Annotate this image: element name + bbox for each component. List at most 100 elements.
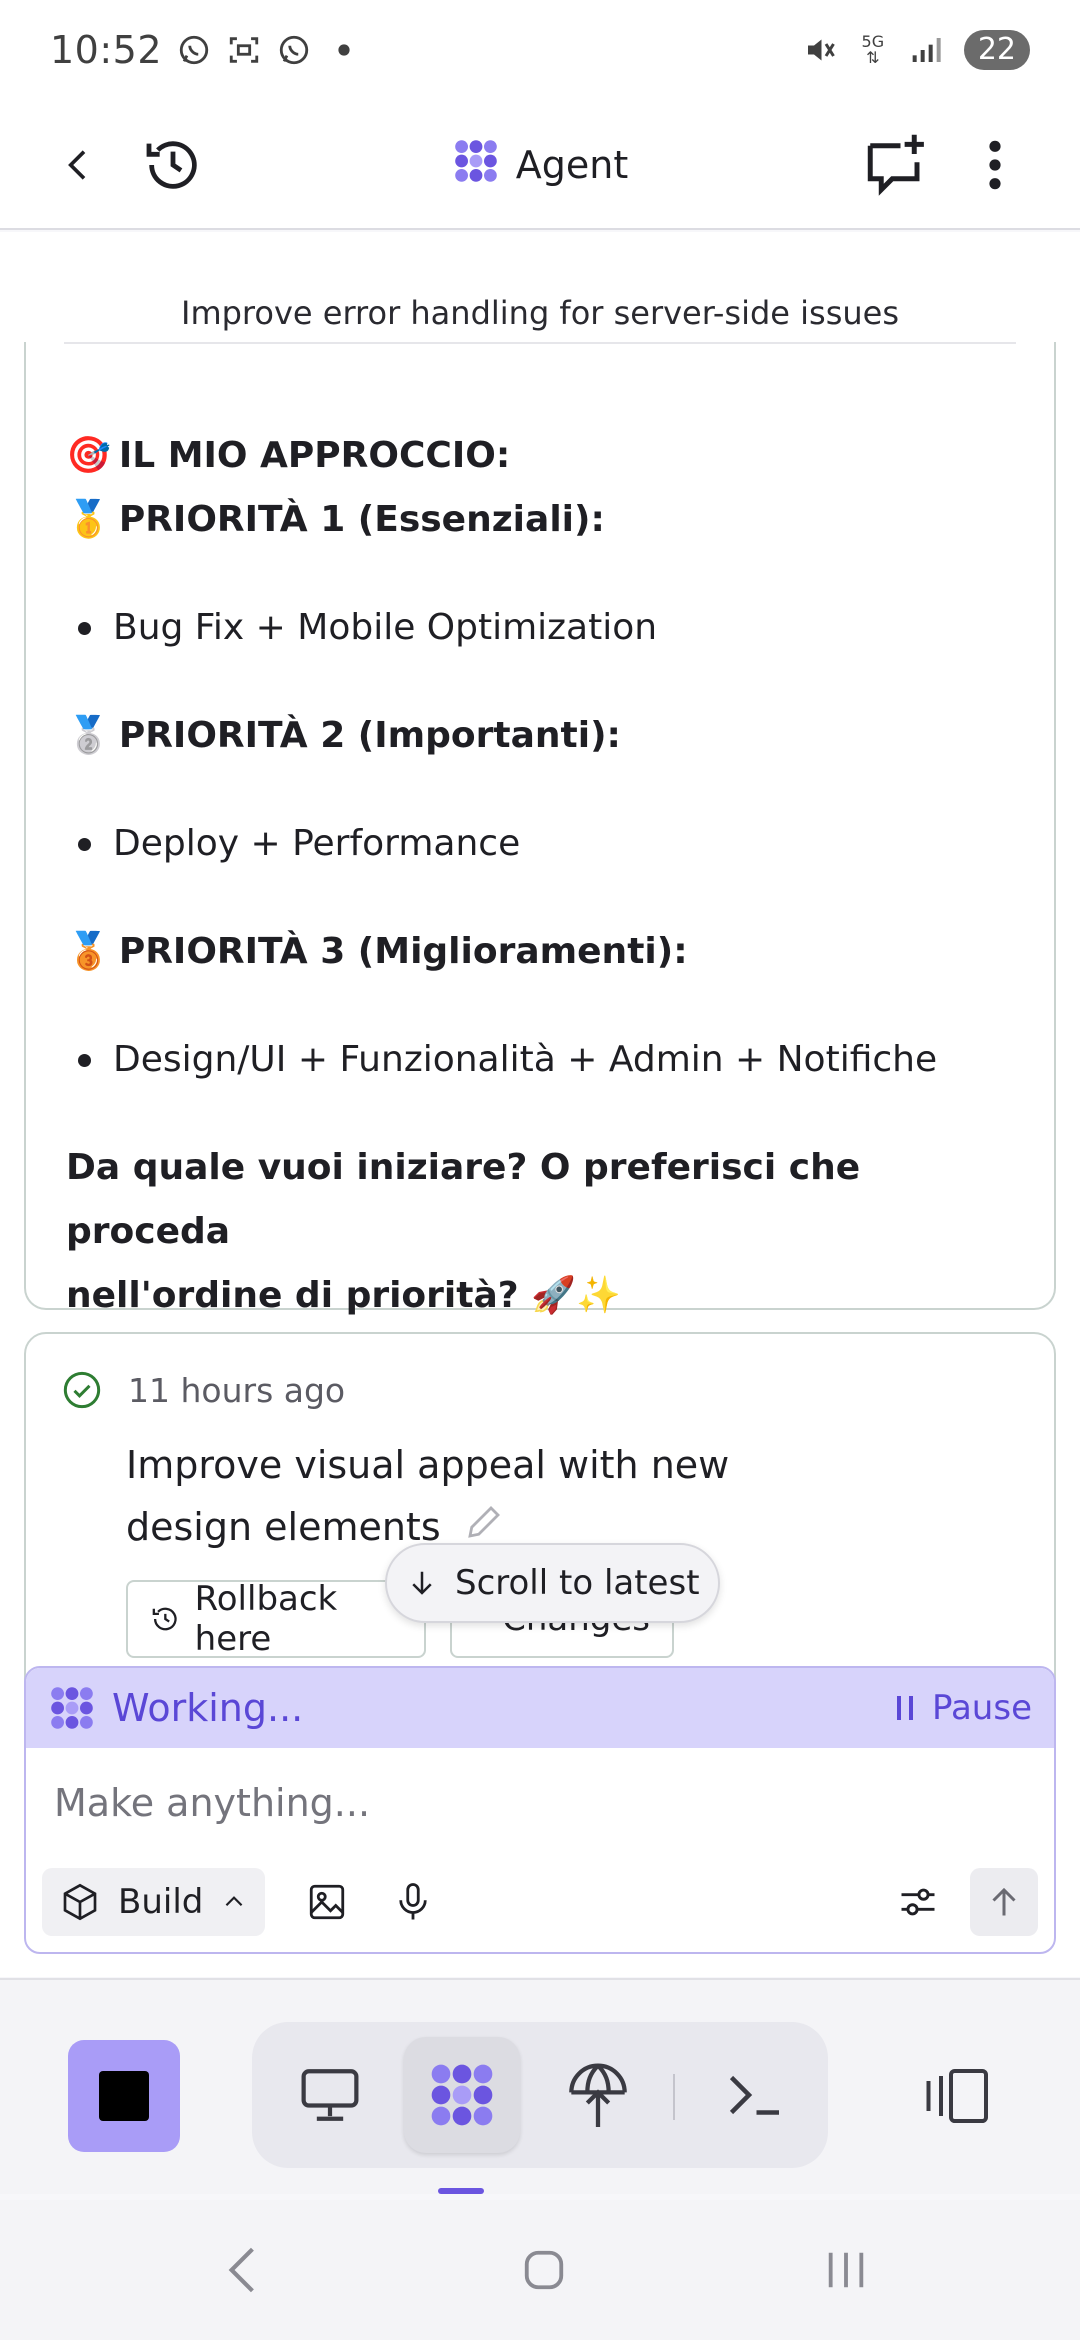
system-home-button[interactable] xyxy=(494,2225,594,2315)
rollback-label: Rollback here xyxy=(194,1579,338,1659)
whatsapp-icon xyxy=(176,32,212,68)
priority-1-title: PRIORITÀ 1 (Essenziali): xyxy=(118,499,605,540)
question-line-2: nell'ordine di priorità? 🚀✨ xyxy=(66,1275,621,1316)
priority-2-item: Deploy + Performance xyxy=(66,812,1014,876)
pause-button[interactable]: Pause xyxy=(894,1688,1032,1728)
monitor-icon xyxy=(301,2069,359,2121)
agent-logo-icon xyxy=(51,1687,93,1729)
sliders-icon xyxy=(901,1888,935,1916)
bullet-dot xyxy=(78,621,91,635)
battery-indicator: 22 xyxy=(963,30,1030,70)
priority-1-heading: 🥇 PRIORITÀ 1 (Essenziali): xyxy=(66,488,1014,552)
agent-logo-icon xyxy=(431,2064,493,2126)
image-icon xyxy=(310,1884,345,1920)
priority-2-heading: 🥈 PRIORITÀ 2 (Importanti): xyxy=(66,704,1014,768)
screenshot-icon xyxy=(226,32,262,68)
composer-toolbar: Build xyxy=(42,1868,1038,1936)
attach-image-button[interactable] xyxy=(293,1868,361,1936)
more-vert-icon xyxy=(989,140,1001,190)
stop-icon xyxy=(99,2071,149,2121)
signal-icon xyxy=(908,32,944,68)
bullet-dot xyxy=(78,837,91,851)
tab-deploy[interactable] xyxy=(540,2037,656,2153)
checkpoint-time: 11 hours ago xyxy=(128,1370,346,1410)
back-arrow-icon xyxy=(68,150,86,180)
new-chat-icon xyxy=(867,134,924,196)
priority-3-item: Design/UI + Funzionalità + Admin + Notif… xyxy=(66,1028,1014,1092)
history-button[interactable] xyxy=(128,120,218,210)
app-bar: Agent xyxy=(0,100,1080,230)
tab-shell[interactable] xyxy=(696,2037,812,2153)
nav-recents-icon xyxy=(828,2252,864,2288)
settings-sliders-button[interactable] xyxy=(884,1868,952,1936)
cube-icon xyxy=(63,1883,97,1921)
target-emoji-icon: 🎯 xyxy=(66,435,111,476)
mode-selector[interactable]: Build xyxy=(42,1868,266,1936)
active-tab-indicator xyxy=(438,2188,484,2194)
question-line-1: Da quale vuoi iniziare? O preferisci che… xyxy=(66,1147,861,1252)
checkpoint-description: Improve visual appeal with new design el… xyxy=(126,1434,846,1561)
pause-icon xyxy=(897,1696,913,1720)
chevron-up-icon xyxy=(226,1896,243,1907)
bronze-medal-icon: 🥉 xyxy=(66,931,111,972)
arrow-up-icon xyxy=(992,1887,1016,1916)
check-circle-icon xyxy=(63,1371,101,1409)
priority-3-heading: 🥉 PRIORITÀ 3 (Miglioramenti): xyxy=(66,920,1014,984)
system-recents-button[interactable] xyxy=(796,2225,896,2315)
priority-1-item: Bug Fix + Mobile Optimization xyxy=(66,596,1014,660)
layout-toggle-button[interactable] xyxy=(906,2038,1006,2154)
assistant-message-card: 🎯 IL MIO APPROCCIO: 🥇 PRIORITÀ 1 (Essenz… xyxy=(24,342,1056,1316)
app-title-label: Agent xyxy=(515,143,629,187)
working-status-text: Working... xyxy=(112,1686,304,1730)
microphone-icon xyxy=(399,1883,428,1920)
working-status-bar: Working... Pause xyxy=(26,1668,1054,1748)
whatsapp-icon xyxy=(276,32,312,68)
voice-input-button[interactable] xyxy=(379,1868,447,1936)
question-text: Da quale vuoi iniziare? O preferisci che… xyxy=(66,1136,1014,1328)
tab-separator xyxy=(673,2074,675,2120)
terminal-icon xyxy=(729,2075,779,2115)
split-layout-icon xyxy=(926,2069,988,2123)
priority-2-title: PRIORITÀ 2 (Importanti): xyxy=(118,715,621,756)
checkpoint-meta: 11 hours ago xyxy=(62,1370,345,1410)
send-button[interactable] xyxy=(970,1868,1038,1936)
back-button[interactable] xyxy=(34,120,124,210)
silver-medal-icon: 🥈 xyxy=(66,715,111,756)
new-chat-button[interactable] xyxy=(850,120,940,210)
bullet-dot xyxy=(78,1053,91,1067)
approach-heading: 🎯 IL MIO APPROCCIO: xyxy=(66,424,1014,488)
nav-home-icon xyxy=(524,2250,564,2290)
divider xyxy=(64,342,1016,344)
bottom-toolbar xyxy=(0,1978,1080,2194)
clock: 10:52 xyxy=(50,28,163,72)
arrow-down-icon xyxy=(412,1571,432,1595)
tab-agent[interactable] xyxy=(404,2037,520,2153)
system-back-button[interactable] xyxy=(192,2225,292,2315)
prompt-input[interactable] xyxy=(54,1768,1026,1838)
rollback-button[interactable]: Rollback here xyxy=(126,1579,426,1659)
priority-3-item-text: Design/UI + Funzionalità + Admin + Notif… xyxy=(113,1039,938,1080)
mute-icon xyxy=(802,32,838,68)
pause-label: Pause xyxy=(932,1688,1032,1728)
network-5g-icon: 5G ⇅ xyxy=(861,32,885,67)
priority-2-item-text: Deploy + Performance xyxy=(113,823,521,864)
checkpoint-description-text: Improve visual appeal with new design el… xyxy=(126,1443,730,1549)
workspace-tabs xyxy=(252,2022,828,2168)
priority-3-title: PRIORITÀ 3 (Miglioramenti): xyxy=(118,931,688,972)
status-bar: 10:52 5G ⇅ 22 xyxy=(0,0,1080,100)
nav-back-icon xyxy=(228,2247,254,2293)
history-icon xyxy=(146,141,197,189)
composer: Working... Pause Build xyxy=(24,1666,1056,1954)
priority-1-item-text: Bug Fix + Mobile Optimization xyxy=(113,607,658,648)
scroll-to-latest-label: Scroll to latest xyxy=(455,1563,700,1603)
tab-preview[interactable] xyxy=(272,2037,388,2153)
notification-dot-icon xyxy=(326,32,362,68)
scroll-to-latest-button[interactable]: Scroll to latest xyxy=(385,1543,720,1623)
more-options-button[interactable] xyxy=(950,120,1040,210)
stop-button[interactable] xyxy=(68,2040,180,2152)
approach-heading-text: IL MIO APPROCCIO: xyxy=(118,435,511,476)
mode-label: Build xyxy=(118,1882,204,1922)
deploy-globe-icon xyxy=(569,2063,627,2127)
gold-medal-icon: 🥇 xyxy=(66,499,111,540)
agent-logo-icon xyxy=(452,137,500,194)
